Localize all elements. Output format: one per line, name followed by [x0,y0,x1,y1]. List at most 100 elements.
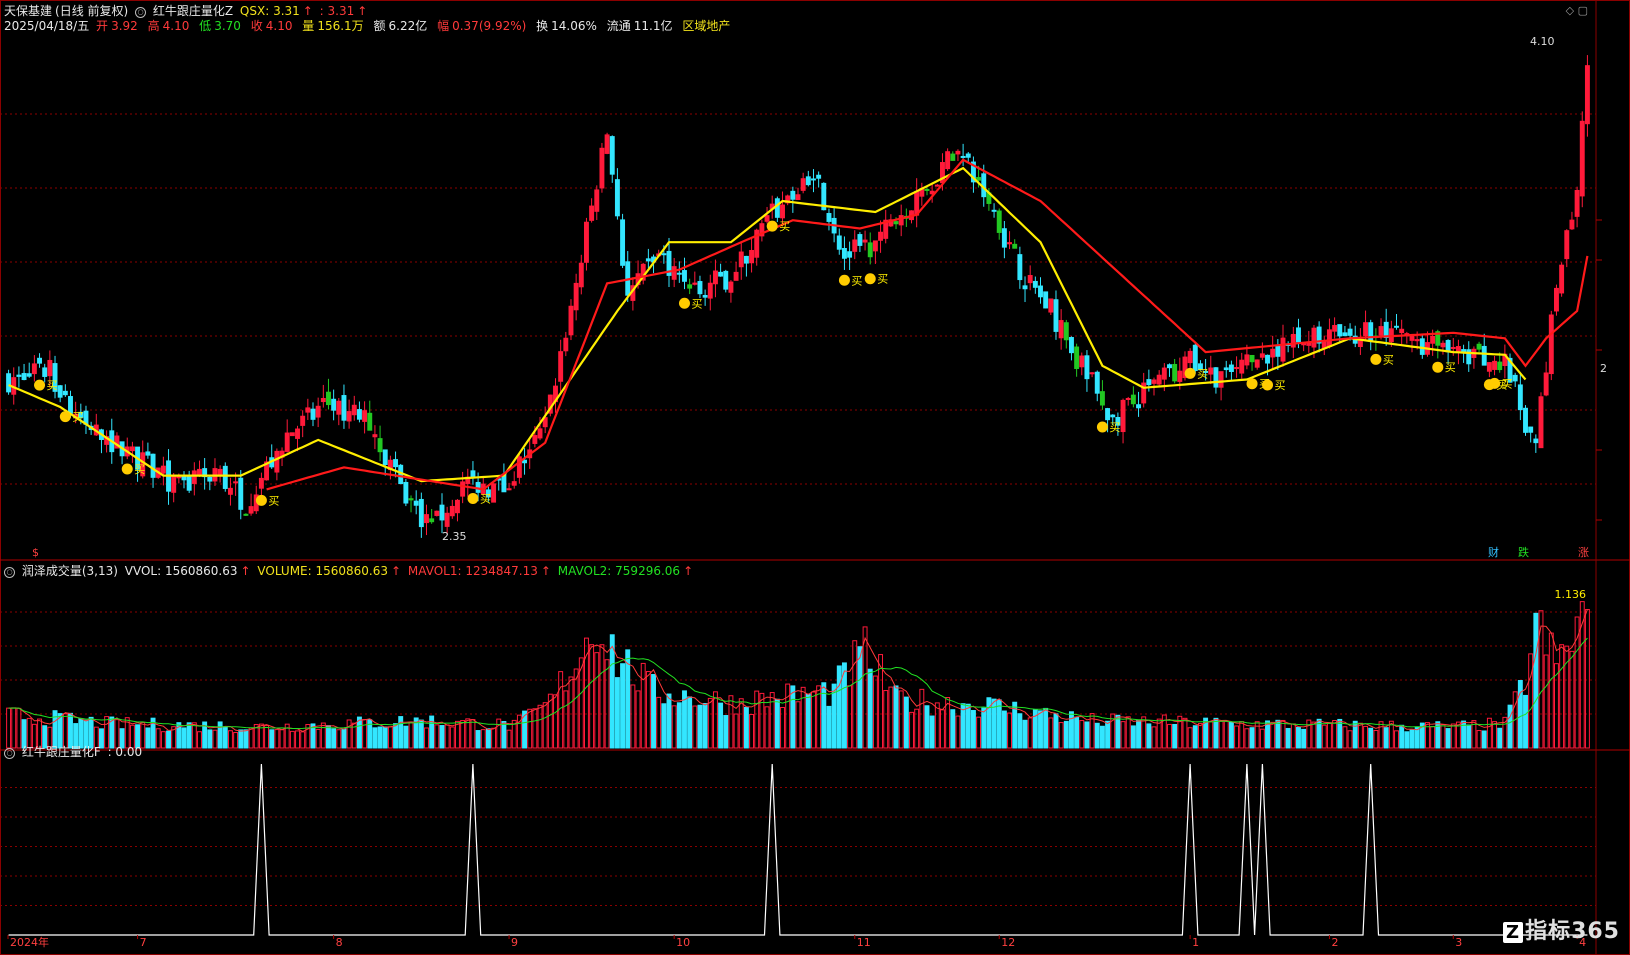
volume-bar [718,702,724,749]
volume-bar [1399,724,1405,749]
f-title[interactable]: 红牛跟庄量化F [22,745,101,759]
candle-body [955,150,961,155]
candle-body [1177,370,1183,382]
candle-body [604,134,610,154]
volume-bar [439,725,445,749]
candle-body [191,470,197,484]
close-value: 4.10 [265,19,293,33]
candle-body [645,258,651,262]
candle-body [1079,355,1085,368]
volume-bar [1079,720,1085,749]
volume-bar [986,697,992,749]
high-label: 高 [147,19,160,33]
volume-settings-icon[interactable]: ○ [4,567,15,578]
candle-body [1074,346,1080,369]
volume-bar [1105,720,1111,749]
volume-bar [506,729,512,749]
volume-bar [563,690,569,749]
candle-body [310,408,316,420]
volume-bar [919,688,925,749]
sector-label[interactable]: 区域地产 [682,19,730,33]
candle-body [1208,367,1214,375]
volume-bar [553,694,558,749]
volume-bar [749,713,755,749]
candle-body [393,459,399,468]
candle-body [1569,219,1575,230]
volume-bar [573,668,579,749]
volume-bar [898,690,904,749]
candle-body [862,239,868,243]
candle-body [460,481,466,497]
candle-body [356,409,362,420]
volume-bar [723,715,729,749]
price-low-label: 2.35 [442,530,467,543]
volume-bar [1321,724,1327,749]
volume-bar [1063,720,1069,749]
stock-name[interactable]: 天保基建 [4,4,52,18]
volume-bar [1120,721,1126,749]
volume-bar [1136,719,1141,749]
candle-body [847,251,853,258]
volume-bar [238,729,244,749]
volume-bar [1234,725,1240,749]
candle-body [1543,372,1549,396]
volume-bar [1192,725,1198,749]
volume-bar [1466,724,1472,749]
volume-bar [1414,726,1420,749]
candle-body [1043,291,1049,309]
volume-bar [795,701,801,749]
volume-bar [790,685,796,749]
volume-bar [1301,728,1307,749]
volume-bar [398,716,404,749]
volume-bar [811,691,816,749]
candle-body [1249,354,1255,363]
volume-bar [831,683,837,749]
volume-bar [914,708,920,749]
volume-bar [1259,728,1265,749]
volume-bar [341,728,347,749]
indicator-name[interactable]: 红牛跟庄量化Z [153,4,233,18]
volume-bar [537,704,543,749]
watermark-logo-mark: Z [1503,922,1524,943]
volume-panel-header: ○ 润泽成交量(3,13) VVOL: 1560860.63 ↑ VOLUME: … [4,562,696,579]
volume-bar [326,725,331,749]
candle-body [320,398,326,403]
volume-bar [197,731,202,749]
buy-signal-icon [766,220,778,232]
volume-bar [687,696,693,749]
candle-body [898,215,904,226]
mavol2-arrow: ↑ [683,564,694,578]
volume-bar [1528,653,1534,749]
volume-bar [609,634,615,749]
volume-bar [145,727,151,749]
candle-body [573,282,579,311]
volume-bar [1244,728,1250,749]
volume-bar [1357,722,1363,749]
candle-body [367,412,373,431]
candle-body [21,373,27,381]
buy-signal-icon [1184,367,1196,379]
volume-bar [1559,644,1565,749]
f-settings-icon[interactable]: ○ [4,748,15,759]
volume-bar [1053,713,1059,749]
volume-bar [924,705,930,749]
volume-bar [1239,721,1245,749]
volume-arrow: ↑ [391,564,402,578]
volume-bar [1326,722,1332,749]
volume-bar [965,703,971,749]
candle-body [1574,189,1580,217]
candle-body [1311,327,1317,348]
volume-title[interactable]: 润泽成交量(3,13) [22,564,118,578]
candle-body [491,483,497,503]
buy-signal-label: 买 [851,274,862,287]
buy-signal-label: 买 [1383,353,1394,366]
candle-body [1554,287,1559,312]
candle-body [258,477,264,489]
window-icons[interactable]: ◇ ▢ [1566,4,1588,17]
volume-bar [697,704,703,749]
volume-bar [1285,727,1291,749]
candle-body [1239,359,1245,374]
volume-bar [1249,727,1255,749]
volume-bar [1151,726,1157,749]
candle-body [413,500,419,506]
